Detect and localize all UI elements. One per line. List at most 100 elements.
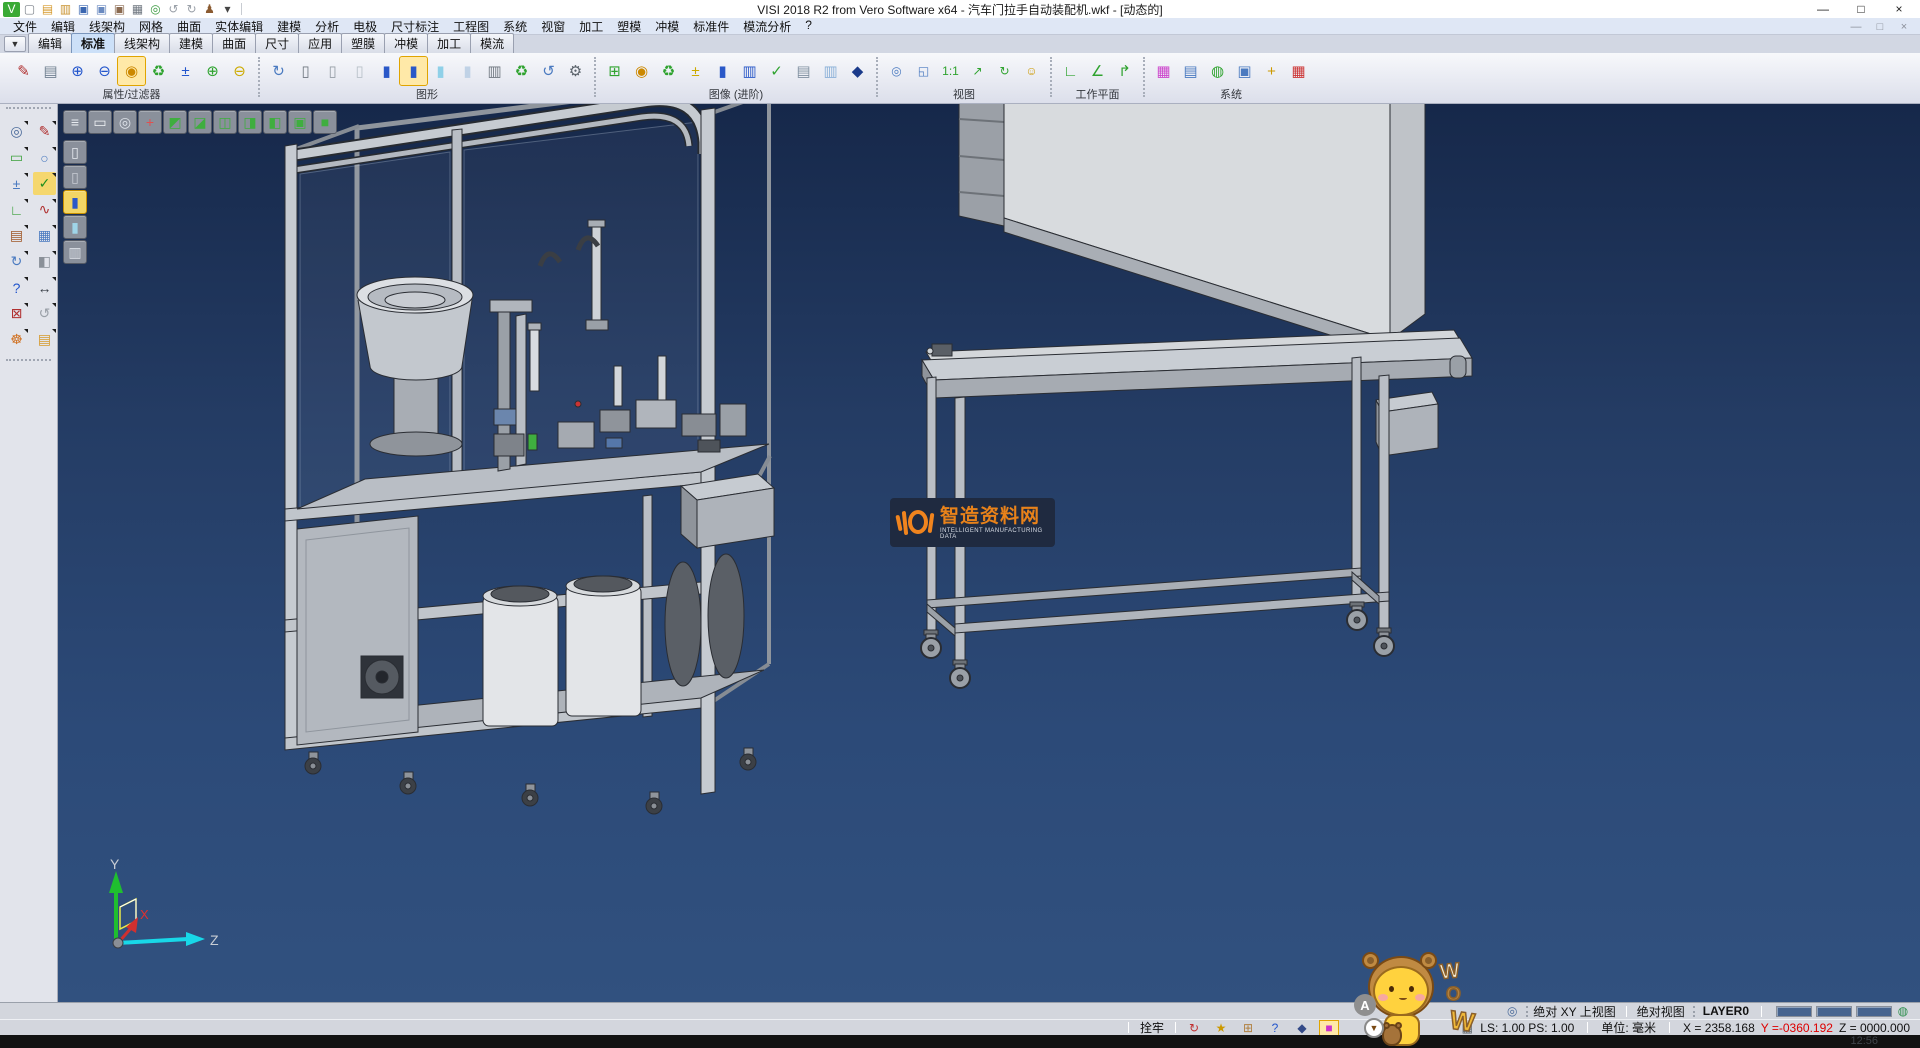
fit-view-icon[interactable]: ▭	[88, 110, 112, 134]
viewport-3d-model[interactable]	[58, 104, 1920, 1002]
tab-application[interactable]: 应用	[298, 33, 342, 53]
display-wireframe-icon[interactable]: ▯	[63, 140, 87, 164]
restore-button[interactable]: □	[1842, 0, 1880, 18]
undo-last-icon[interactable]: ↺	[33, 302, 56, 325]
image-settings-icon[interactable]: ▤	[1177, 57, 1204, 85]
undo-icon[interactable]: ↺	[165, 2, 182, 17]
tab-dropdown-button[interactable]: ▼	[4, 36, 26, 52]
workplane-axes-icon[interactable]: ∟	[5, 198, 28, 221]
translucent-view-icon[interactable]: ▮	[427, 57, 454, 85]
view-left-icon[interactable]: ▣	[288, 110, 312, 134]
menu-item[interactable]: 标准件	[686, 18, 736, 35]
menu-item[interactable]: 系统	[496, 18, 534, 35]
attribute-edit-icon[interactable]: ✎	[10, 57, 37, 85]
close-button[interactable]: ×	[1880, 0, 1918, 18]
display-translucent-icon[interactable]: ▮	[63, 215, 87, 239]
dashed-view-icon[interactable]: ▯	[346, 57, 373, 85]
zoom-view-icon[interactable]: ◎	[5, 120, 28, 143]
flat-view-icon[interactable]: ▮	[454, 57, 481, 85]
insert-file-icon[interactable]: ▥	[57, 2, 74, 17]
window-layout-icon[interactable]: ▣	[1231, 57, 1258, 85]
confirm-check-icon[interactable]: ✓	[33, 172, 56, 195]
menu-item[interactable]: 曲面	[170, 18, 208, 35]
zoom-fast-icon[interactable]: ◎	[113, 110, 137, 134]
minimize-button[interactable]: —	[1804, 0, 1842, 18]
delete-trash-icon[interactable]: ⊠	[5, 302, 28, 325]
solids-traffic-light-icon[interactable]: ◉	[628, 57, 655, 85]
print-preview-icon[interactable]: ◎	[147, 2, 164, 17]
view-orientation-label[interactable]: 绝对 XY 上视图	[1533, 1003, 1615, 1020]
hide-all-icon[interactable]: ⊖	[226, 57, 253, 85]
view-iso-icon[interactable]: ■	[313, 110, 337, 134]
display-hidden-icon[interactable]: ▯	[63, 165, 87, 189]
save-icon[interactable]: ▣	[75, 2, 92, 17]
tab-machining[interactable]: 加工	[427, 33, 471, 53]
zoom-dynamic-icon[interactable]: ◎	[883, 57, 910, 85]
menu-item[interactable]: 冲模	[648, 18, 686, 35]
redo-icon[interactable]: ↻	[183, 2, 200, 17]
view-top-icon[interactable]: ◩	[163, 110, 187, 134]
shading-smile-icon[interactable]: ☺	[1018, 57, 1045, 85]
wireframe-solid-icon[interactable]: ▥	[817, 57, 844, 85]
mascot-badge-a[interactable]: A	[1354, 994, 1376, 1016]
workplane-align-icon[interactable]: ↱	[1111, 57, 1138, 85]
mascot-shirt-icon[interactable]: ▼	[1364, 1018, 1384, 1038]
menu-item[interactable]: 工程图	[446, 18, 496, 35]
measure-icon[interactable]: ↔	[33, 276, 56, 299]
hide-entity-icon[interactable]: ⊖	[91, 57, 118, 85]
os-taskbar[interactable]: 12:56	[0, 1035, 1920, 1048]
display-hatched-icon[interactable]: ▥	[63, 240, 87, 264]
shaded-view-icon[interactable]: ▮	[373, 57, 400, 85]
menu-item[interactable]: 网格	[132, 18, 170, 35]
menu-item[interactable]: 塑模	[610, 18, 648, 35]
tab-mould[interactable]: 塑膜	[341, 33, 385, 53]
solids-toggle-icon[interactable]: ±	[682, 57, 709, 85]
tab-wireframe[interactable]: 线架构	[114, 33, 170, 53]
pan-view-icon[interactable]: ↗	[964, 57, 991, 85]
graphics-options-icon[interactable]: ⚙	[562, 57, 589, 85]
workplane-create-icon[interactable]: ∟	[1057, 57, 1084, 85]
open-recent-icon[interactable]: ▤	[33, 328, 56, 351]
copy-image-icon[interactable]: ▤	[790, 57, 817, 85]
lock-toggle[interactable]: 拴牢	[1134, 1019, 1170, 1036]
menu-item[interactable]: 视窗	[534, 18, 572, 35]
view-back-icon[interactable]: ◫	[213, 110, 237, 134]
filter-refresh-icon[interactable]: ♻	[145, 57, 172, 85]
regen-solids-icon[interactable]: ♻	[508, 57, 535, 85]
active-layer-label[interactable]: LAYER0	[1703, 1004, 1749, 1018]
layer-color-swatch-3[interactable]	[1856, 1006, 1892, 1017]
edit-delete-icon[interactable]: ✎	[33, 120, 56, 143]
mdi-restore-button[interactable]: □	[1868, 18, 1892, 35]
solid-striped-icon[interactable]: ▥	[736, 57, 763, 85]
menu-item[interactable]: 实体编辑	[208, 18, 270, 35]
save-as-icon[interactable]: ▣	[93, 2, 110, 17]
filter-traffic-light-icon[interactable]: ◉	[118, 57, 145, 85]
show-entity-icon[interactable]: ⊕	[64, 57, 91, 85]
visi-logo[interactable]: V	[3, 2, 20, 17]
panel-grid-icon[interactable]: ▦	[33, 224, 56, 247]
menu-item[interactable]: 建模	[270, 18, 308, 35]
solids-add-icon[interactable]: ⊞	[601, 57, 628, 85]
rotate-view-icon[interactable]: ↻	[991, 57, 1018, 85]
view-refresh-icon[interactable]: ↻	[5, 250, 28, 273]
layer-color-swatch-2[interactable]	[1816, 1006, 1852, 1017]
grid-settings-icon[interactable]: ▦	[1285, 57, 1312, 85]
system-options-icon[interactable]: ◍	[1204, 57, 1231, 85]
menu-item[interactable]: 线架构	[82, 18, 132, 35]
macro-icon[interactable]: ♟	[201, 2, 218, 17]
solids-refresh-icon[interactable]: ♻	[655, 57, 682, 85]
snap-mode-icon[interactable]: ◆	[1293, 1021, 1311, 1035]
help-icon[interactable]: ?	[5, 276, 28, 299]
tab-edit[interactable]: 编辑	[28, 33, 72, 53]
zoom-scale-icon[interactable]: ±	[5, 172, 28, 195]
view-mode-label[interactable]: 绝对视图	[1637, 1003, 1685, 1020]
selection-options-icon[interactable]: +	[1258, 57, 1285, 85]
tab-modeling[interactable]: 建模	[169, 33, 213, 53]
render-cube-icon[interactable]: ◆	[844, 57, 871, 85]
menu-item[interactable]: 分析	[308, 18, 346, 35]
tab-dimension[interactable]: 尺寸	[255, 33, 299, 53]
search-icon[interactable]: ◎	[1503, 1004, 1521, 1018]
color-table-icon[interactable]: ▦	[1150, 57, 1177, 85]
validate-solid-icon[interactable]: ✓	[763, 57, 790, 85]
desktop-pet-mascot[interactable]: W O W A ▼	[1332, 952, 1502, 1048]
